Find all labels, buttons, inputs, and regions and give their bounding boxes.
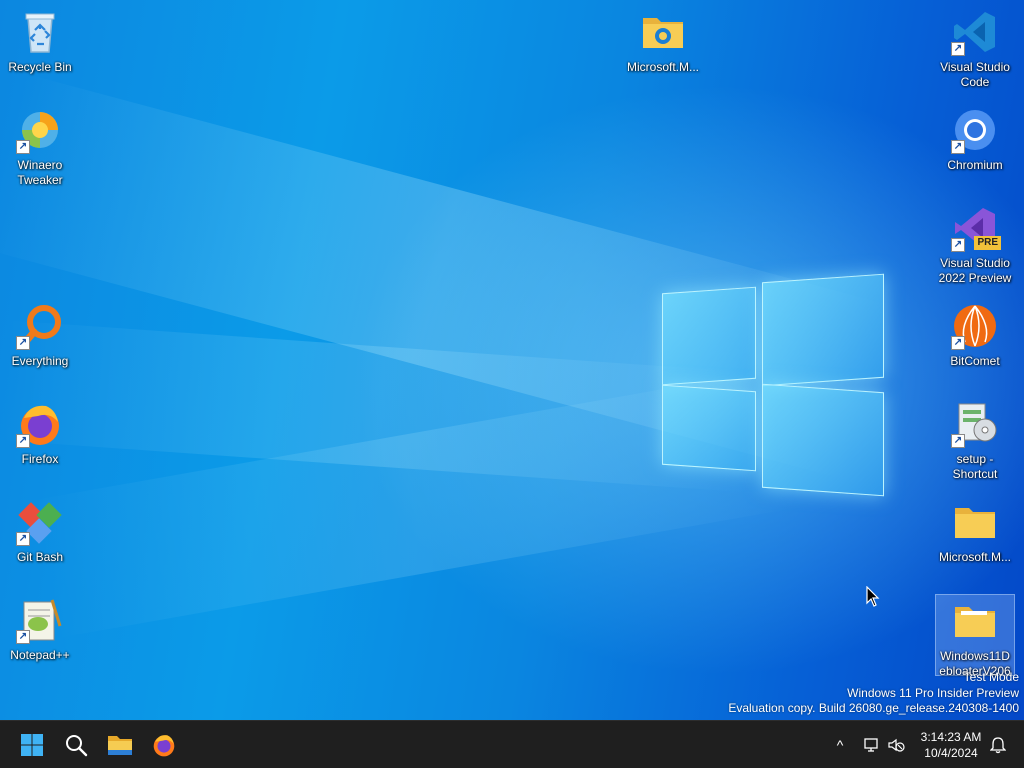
shortcut-arrow-icon: ↗ <box>16 532 30 546</box>
desktop-icon-label: Visual Studio 2022 Preview <box>938 256 1012 285</box>
logo-pane <box>762 273 884 387</box>
clock-date: 10/4/2024 <box>924 746 978 760</box>
desktop-icon-everything[interactable]: ↗ Everything <box>0 300 80 369</box>
desktop[interactable]: Recycle Bin ↗ Winaero Tweaker ↗ Everythi… <box>0 0 1024 720</box>
notifications-button[interactable] <box>986 731 1010 759</box>
shortcut-arrow-icon: ↗ <box>951 42 965 56</box>
test-mode-watermark: Test Mode Windows 11 Pro Insider Preview… <box>728 670 1019 717</box>
desktop-icon-label: Recycle Bin <box>8 60 72 74</box>
mouse-pointer-icon <box>866 586 880 607</box>
shortcut-arrow-icon: ↗ <box>951 336 965 350</box>
wallpaper-light-beam <box>0 320 763 493</box>
desktop-icon-recycle-bin[interactable]: Recycle Bin <box>0 6 80 75</box>
file-explorer-button[interactable] <box>100 725 140 765</box>
visual-studio-preview-icon: PRE ↗ <box>951 204 1001 252</box>
desktop-icon-microsoft-folder-right[interactable]: Microsoft.M... <box>935 496 1015 565</box>
desktop-icon-windows11-debloater[interactable]: Windows11DebloaterV206 <box>935 594 1015 678</box>
volume-muted-icon <box>888 738 905 752</box>
desktop-icon-label: Git Bash <box>16 550 64 564</box>
taskbar: ^ 3:14:23 AM 10/4/2024 <box>0 720 1024 768</box>
clock-time: 3:14:23 AM <box>920 730 982 744</box>
logo-pane <box>662 384 756 472</box>
desktop-icon-label: Microsoft.M... <box>626 60 699 74</box>
desktop-icon-label: BitComet <box>950 354 1000 368</box>
shortcut-arrow-icon: ↗ <box>16 434 30 448</box>
desktop-icon-winaero-tweaker[interactable]: ↗ Winaero Tweaker <box>0 104 80 188</box>
desktop-icon-label: Firefox <box>21 452 59 466</box>
chromium-icon: ↗ <box>951 106 999 154</box>
firefox-taskbar-button[interactable] <box>144 725 184 765</box>
shortcut-arrow-icon: ↗ <box>951 434 965 448</box>
watermark-line: Test Mode <box>963 670 1019 684</box>
desktop-icon-label: Winaero Tweaker <box>17 158 63 187</box>
firefox-icon <box>153 735 175 757</box>
wallpaper-light-beam <box>0 73 893 480</box>
show-hidden-icons-button[interactable]: ^ <box>828 731 852 759</box>
shortcut-arrow-icon: ↗ <box>951 140 965 154</box>
logo-pane <box>662 286 756 386</box>
folder-icon <box>951 597 999 645</box>
shortcut-arrow-icon: ↗ <box>16 336 30 350</box>
watermark-line: Windows 11 Pro Insider Preview <box>847 685 1019 700</box>
firefox-icon: ↗ <box>16 400 64 448</box>
volume-button[interactable] <box>884 731 908 759</box>
shortcut-arrow-icon: ↗ <box>951 238 965 252</box>
desktop-icon-setup-shortcut[interactable]: ↗ setup - Shortcut <box>935 398 1015 482</box>
preview-badge: PRE <box>974 236 1001 250</box>
desktop-icon-firefox[interactable]: ↗ Firefox <box>0 398 80 467</box>
desktop-icon-visual-studio-code[interactable]: ↗ Visual Studio Code <box>935 6 1015 90</box>
network-disconnected-icon <box>864 738 878 752</box>
desktop-icon-bitcomet[interactable]: ↗ BitComet <box>935 300 1015 369</box>
everything-search-icon: ↗ <box>16 302 64 350</box>
file-explorer-icon <box>108 736 132 755</box>
watermark-line: Evaluation copy. Build 26080.ge_release.… <box>728 701 1019 715</box>
vscode-icon: ↗ <box>951 8 999 56</box>
clock-button[interactable]: 3:14:23 AM 10/4/2024 <box>914 729 988 761</box>
chevron-up-icon: ^ <box>836 737 844 753</box>
search-button[interactable] <box>56 725 96 765</box>
shortcut-arrow-icon: ↗ <box>16 630 30 644</box>
folder-icon <box>951 498 999 546</box>
desktop-icon-git-bash[interactable]: ↗ Git Bash <box>0 496 80 565</box>
desktop-icon-label: setup - Shortcut <box>952 452 998 481</box>
desktop-icon-microsoft-folder-top[interactable]: Microsoft.M... <box>623 6 703 75</box>
desktop-icon-label: Chromium <box>947 158 1003 172</box>
desktop-icon-chromium[interactable]: ↗ Chromium <box>935 104 1015 173</box>
desktop-icon-notepad-plus-plus[interactable]: ↗ Notepad++ <box>0 594 80 663</box>
notepad-plus-plus-icon: ↗ <box>16 596 64 644</box>
network-status-button[interactable] <box>860 731 884 759</box>
git-bash-icon: ↗ <box>16 498 64 546</box>
desktop-icon-visual-studio-preview[interactable]: PRE ↗ Visual Studio 2022 Preview <box>935 202 1015 286</box>
desktop-icon-label: Visual Studio Code <box>940 60 1010 89</box>
desktop-icon-label: Microsoft.M... <box>938 550 1011 564</box>
bell-icon <box>990 737 1006 754</box>
start-button[interactable] <box>12 725 52 765</box>
logo-pane <box>762 383 884 497</box>
desktop-icon-label: Notepad++ <box>10 648 70 662</box>
desktop-icon-label: Everything <box>11 354 69 368</box>
search-icon <box>66 735 88 757</box>
windows-start-icon <box>21 734 43 756</box>
recycle-bin-icon <box>16 8 64 56</box>
setup-installer-icon: ↗ <box>951 400 999 448</box>
winaero-tweaker-icon: ↗ <box>16 106 64 154</box>
bitcomet-icon: ↗ <box>951 302 999 350</box>
folder-edge-icon <box>639 8 687 56</box>
shortcut-arrow-icon: ↗ <box>16 140 30 154</box>
